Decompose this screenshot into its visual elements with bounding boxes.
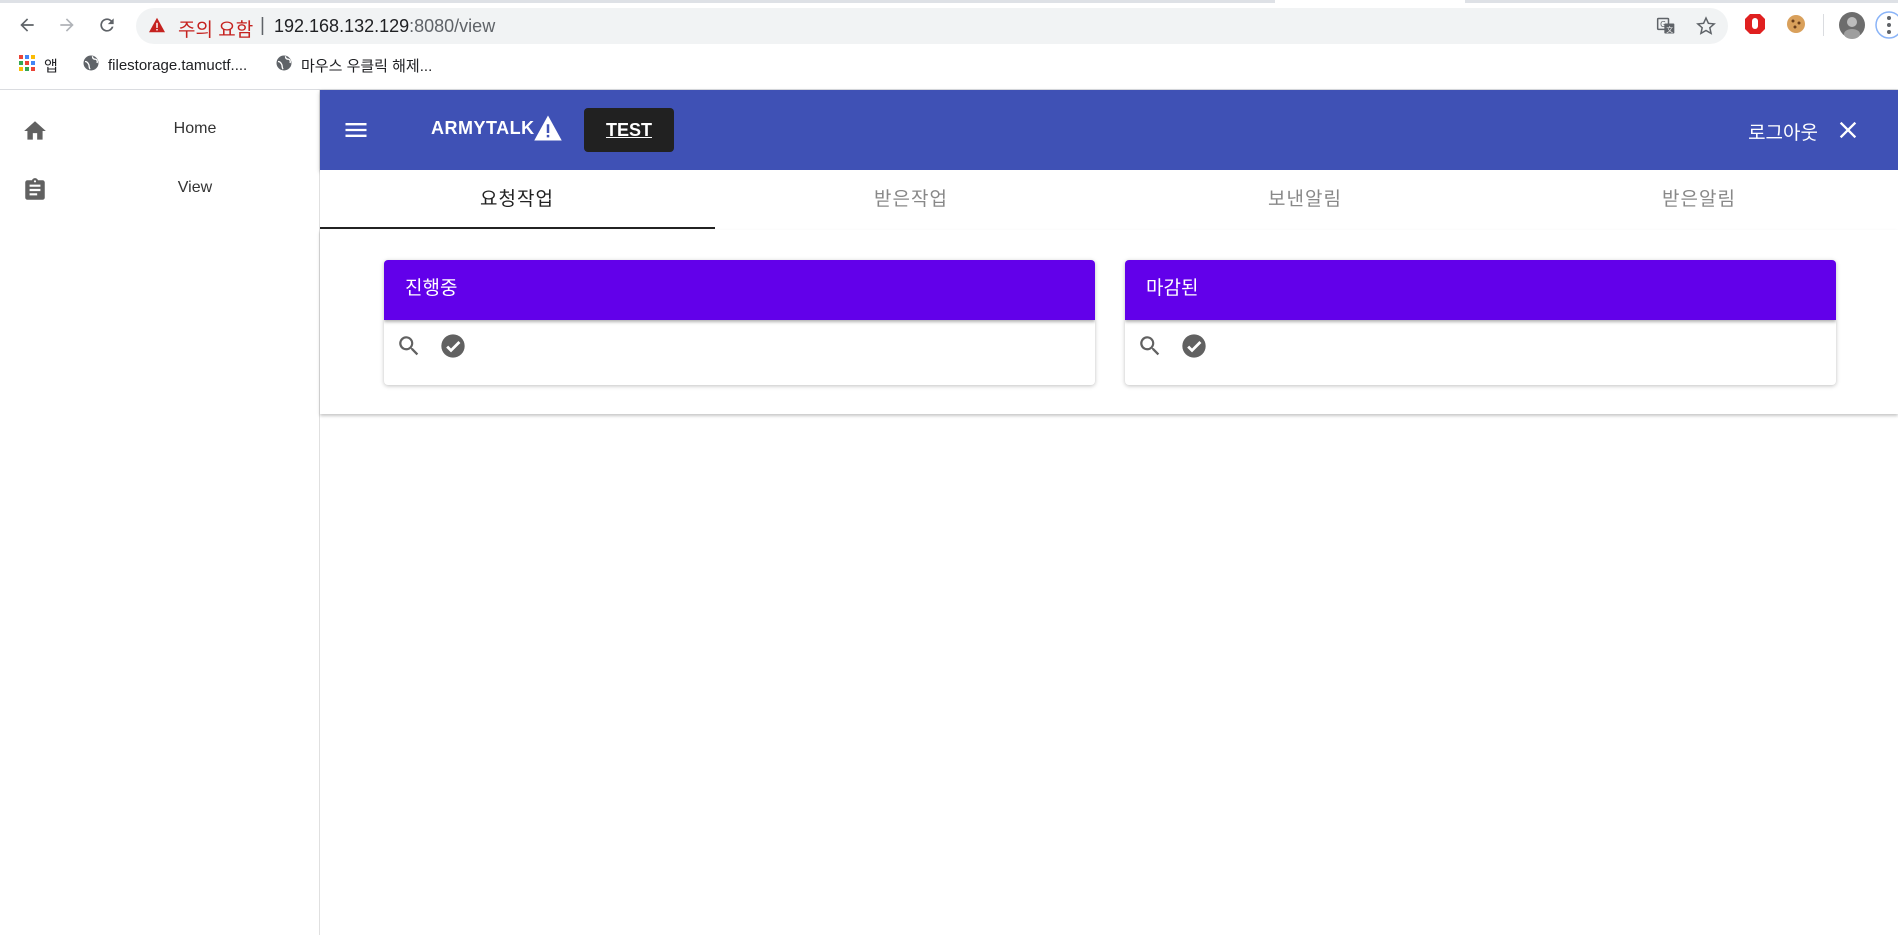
globe-icon [275, 54, 293, 76]
bookmarks-bar: 앱 filestorage.tamuctf.... 마우스 우클릭 해제... [0, 50, 1898, 80]
chrome-menu-icon[interactable] [1874, 10, 1898, 40]
url-path: :8080/view [409, 16, 496, 36]
search-icon[interactable] [1135, 331, 1165, 361]
test-button[interactable]: TEST [584, 108, 674, 152]
bookmark-mouse-rightclick[interactable]: 마우스 우클릭 해제... [275, 54, 432, 76]
card-actions [394, 330, 468, 362]
warning-icon [148, 17, 166, 38]
star-icon[interactable] [1696, 16, 1716, 36]
sidebar-item-view[interactable]: View [0, 165, 319, 213]
warning-icon [533, 114, 563, 147]
address-bar[interactable]: 주의 요함 | 192.168.132.129:8080/view G文 [136, 8, 1728, 44]
card-closed: 마감된 [1125, 260, 1836, 385]
profile-avatar[interactable] [1838, 11, 1866, 39]
brand-title: ARMYTALK [431, 118, 535, 138]
bookmark-label: filestorage.tamuctf.... [108, 56, 248, 74]
home-icon [22, 118, 48, 144]
check-circle-icon[interactable] [1179, 331, 1209, 361]
tab-received-tasks[interactable]: 받은작업 [714, 170, 1108, 230]
cookie-extension-icon[interactable] [1784, 12, 1810, 38]
sidebar: Home View [0, 90, 320, 935]
card-actions [1135, 330, 1209, 362]
bookmark-apps[interactable]: 앱 [18, 54, 58, 76]
check-circle-icon[interactable] [438, 331, 468, 361]
security-warning[interactable]: 주의 요함 [178, 15, 253, 42]
browser-toolbar: 주의 요함 | 192.168.132.129:8080/view G文 앱 f… [0, 0, 1898, 90]
bookmark-filestorage[interactable]: filestorage.tamuctf.... [82, 54, 247, 76]
reload-icon[interactable] [94, 12, 120, 38]
adblock-extension-icon[interactable] [1743, 12, 1769, 38]
close-icon[interactable] [1834, 116, 1862, 144]
sidebar-item-label: View [177, 179, 213, 196]
active-tab-indicator [320, 227, 715, 229]
clipboard-icon [22, 177, 48, 203]
sidebar-item-label: Home [173, 120, 217, 137]
tab-received-notifications[interactable]: 받은알림 [1502, 170, 1896, 230]
card-title: 마감된 [1125, 260, 1836, 320]
tab-bar: 요청작업 받은작업 보낸알림 받은알림 [320, 170, 1898, 230]
sidebar-item-home[interactable]: Home [0, 106, 319, 154]
forward-icon[interactable] [54, 12, 80, 38]
url-host: 192.168.132.129 [274, 16, 410, 36]
search-icon[interactable] [394, 331, 424, 361]
url-text[interactable]: 192.168.132.129:8080/view [274, 16, 495, 37]
globe-icon [82, 54, 100, 76]
toolbar-divider [1823, 14, 1824, 36]
back-icon[interactable] [14, 12, 40, 38]
tab-requested-tasks[interactable]: 요청작업 [320, 170, 714, 230]
svg-text:文: 文 [1666, 25, 1673, 34]
menu-icon[interactable] [342, 116, 370, 144]
app-bar: ARMYTALK TEST 로그아웃 [320, 90, 1898, 170]
bookmark-label: 앱 [44, 57, 58, 75]
tab-sent-notifications[interactable]: 보낸알림 [1108, 170, 1502, 230]
main-content: 진행중 마감된 [320, 230, 1898, 414]
card-title: 진행중 [384, 260, 1095, 320]
tab-strip [0, 0, 1898, 3]
url-separator: | [260, 15, 265, 36]
apps-grid-icon [18, 54, 36, 76]
logout-button[interactable]: 로그아웃 [1748, 118, 1818, 145]
card-in-progress: 진행중 [384, 260, 1095, 385]
bookmark-label: 마우스 우클릭 해제... [301, 57, 433, 75]
translate-icon[interactable]: G文 [1656, 16, 1676, 36]
